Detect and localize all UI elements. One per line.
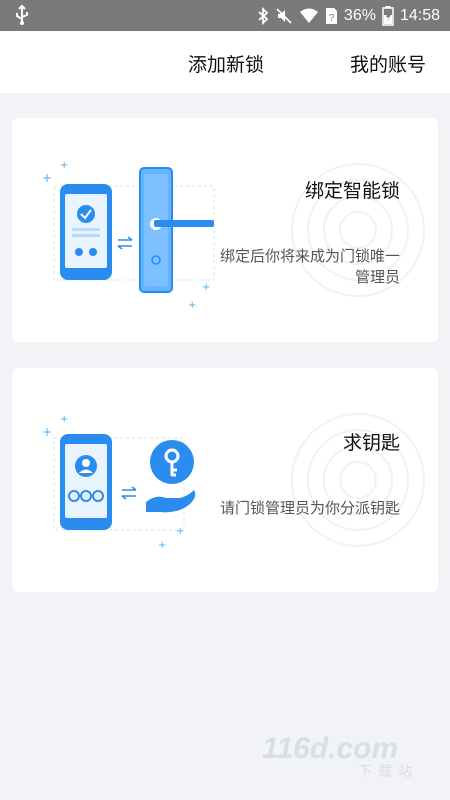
svg-text:+: +: [188, 300, 196, 311]
svg-text:+: +: [42, 425, 52, 439]
battery-icon: [382, 5, 394, 26]
status-bar: ? 36% 14:58: [0, 0, 450, 31]
add-lock-tab[interactable]: 添加新锁: [188, 50, 264, 77]
request-key-card[interactable]: + + + + 求钥匙 请门锁管理员为你分派钥匙: [12, 368, 438, 592]
top-bar: 添加新锁 我的账号: [0, 31, 450, 93]
bluetooth-icon: [258, 6, 269, 25]
svg-text:?: ?: [329, 13, 335, 24]
site-watermark: 116d.com 下载站: [262, 732, 418, 778]
card-title: 绑定智能锁: [304, 181, 400, 202]
sim-icon: ?: [325, 7, 337, 24]
phone-lock-illustration: + + + +: [42, 160, 215, 311]
card-title: 求钥匙: [342, 433, 400, 454]
card-description: 绑定后你将来成为门锁唯一管理员: [219, 248, 400, 286]
battery-percent: 36%: [343, 6, 376, 24]
svg-text:+: +: [176, 526, 184, 537]
svg-text:+: +: [42, 171, 52, 185]
clock: 14:58: [399, 6, 440, 24]
watermark-text: 116d.com: [262, 732, 398, 765]
card-description: 请门锁管理员为你分派钥匙: [219, 500, 400, 517]
bind-lock-card[interactable]: + + + + 绑定智能锁 绑定后你将来成为门锁唯一管理员: [12, 118, 438, 342]
usb-icon: [16, 5, 28, 25]
mute-icon: [276, 7, 292, 24]
my-account-tab[interactable]: 我的账号: [350, 50, 426, 77]
phone-key-illustration: + + + +: [42, 414, 196, 551]
wifi-icon: [299, 8, 318, 23]
svg-text:+: +: [60, 414, 68, 425]
svg-text:+: +: [60, 160, 68, 171]
watermark-subtext: 下载站: [358, 764, 418, 778]
svg-text:+: +: [158, 540, 166, 551]
